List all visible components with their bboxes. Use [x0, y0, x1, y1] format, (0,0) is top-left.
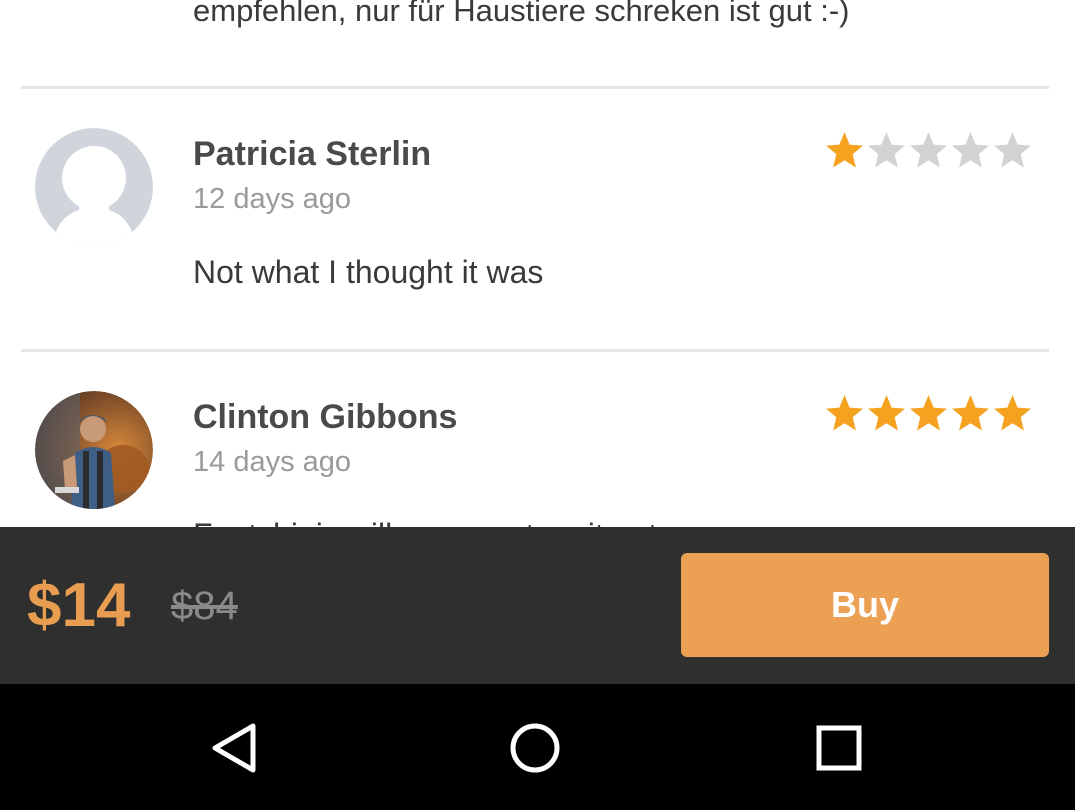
- review-date: 12 days ago: [193, 183, 352, 215]
- home-circle-icon: [510, 723, 560, 773]
- star-filled-icon: [868, 395, 905, 431]
- star-rating: [824, 130, 1033, 170]
- buy-button[interactable]: Buy: [681, 553, 1049, 657]
- avatar[interactable]: [35, 128, 153, 246]
- recents-button[interactable]: [809, 718, 869, 778]
- divider: [21, 349, 1049, 352]
- review-item: Clinton Gibbons 14 days ago Fantchinis w…: [0, 353, 1075, 527]
- avatar[interactable]: [35, 391, 153, 509]
- star-filled-icon: [826, 132, 863, 168]
- star-filled-icon: [910, 395, 947, 431]
- screen: empfehlen, nur für Haustiere schreken is…: [0, 0, 1075, 810]
- review-item: Patricia Sterlin 12 days ago Not what I …: [0, 90, 1075, 352]
- back-button[interactable]: [205, 718, 265, 778]
- star-empty-icon: [994, 132, 1031, 168]
- star-rating: [824, 393, 1033, 433]
- review-text: Not what I thought it was: [193, 254, 544, 290]
- previous-review-text: empfehlen, nur für Haustiere schreken is…: [193, 0, 850, 28]
- photo-avatar-icon: [35, 391, 153, 509]
- recents-square-icon: [816, 725, 862, 771]
- divider: [21, 86, 1049, 89]
- current-price: $14: [27, 571, 131, 640]
- star-filled-icon: [952, 395, 989, 431]
- reviewer-name: Patricia Sterlin: [193, 135, 432, 173]
- star-empty-icon: [868, 132, 905, 168]
- back-triangle-icon: [212, 723, 256, 773]
- reviews-list[interactable]: empfehlen, nur für Haustiere schreken is…: [0, 0, 1075, 527]
- reviewer-name: Clinton Gibbons: [193, 398, 458, 436]
- star-filled-icon: [826, 395, 863, 431]
- review-date: 14 days ago: [193, 446, 352, 478]
- star-empty-icon: [952, 132, 989, 168]
- home-button[interactable]: [505, 718, 565, 778]
- star-empty-icon: [910, 132, 947, 168]
- system-navigation-bar: [0, 684, 1075, 810]
- original-price: $84: [171, 584, 238, 628]
- review-text: Fantchinis will ... a... ... to ...it ..…: [193, 515, 657, 527]
- purchase-bar: $14 $84 Buy: [0, 527, 1075, 684]
- default-avatar-icon: [35, 128, 153, 246]
- star-filled-icon: [994, 395, 1031, 431]
